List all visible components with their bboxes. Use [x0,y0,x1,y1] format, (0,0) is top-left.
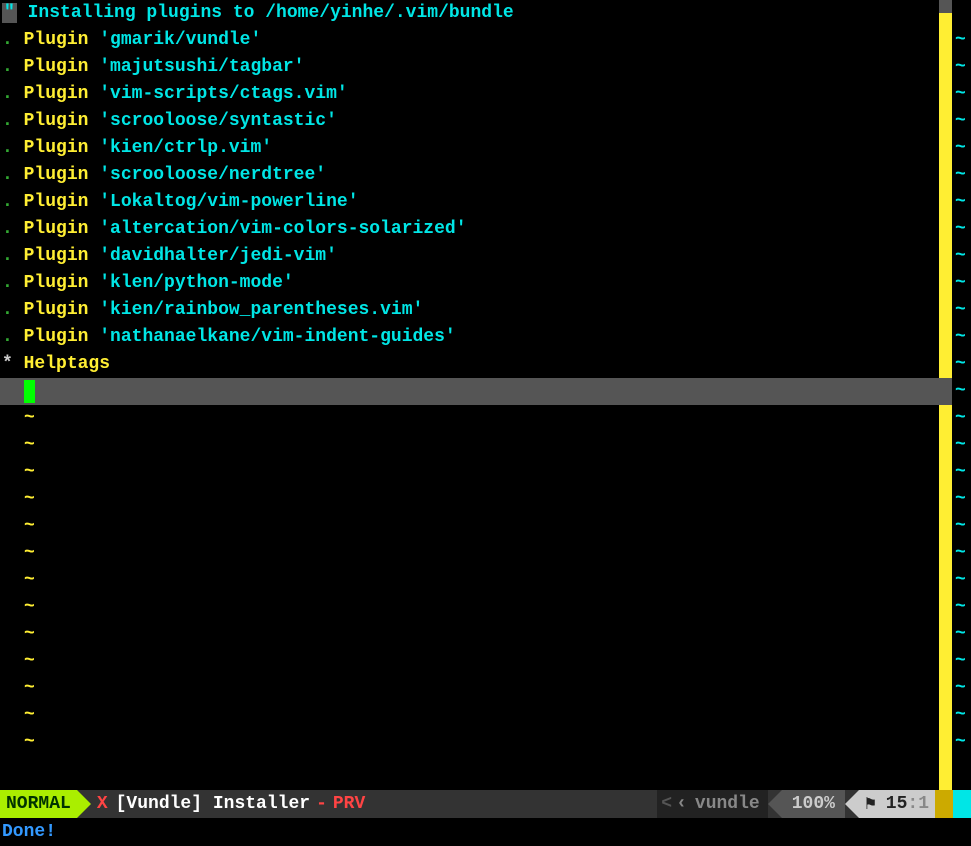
plugin-line: . Plugin 'Lokaltog/vim-powerline' [0,189,939,216]
right-empty-line: ~ [952,378,971,405]
right-empty-line [952,0,971,27]
scroll-percent: 100% [782,794,845,814]
plugin-line: . Plugin 'nathanaelkane/vim-indent-guide… [0,324,939,351]
header-line: " Installing plugins to /home/yinhe/.vim… [0,0,939,27]
split-top-marker [939,0,952,13]
separator-angle-icon: < [657,794,676,814]
mode-indicator: NORMAL [0,790,77,818]
right-empty-line: ~ [952,81,971,108]
right-empty-line: ~ [952,270,971,297]
plugin-line: . Plugin 'kien/ctrlp.vim' [0,135,939,162]
preview-flag: PRV [333,794,365,814]
separator-angle-icon: ‹ [676,794,687,814]
right-split-pane[interactable]: ~ ~ ~ ~ ~ ~ ~ ~ ~ ~ ~ ~ ~ ~ ~ ~ ~ ~ ~ ~ … [939,0,971,790]
empty-line: ~ [0,405,939,432]
right-empty-line: ~ [952,243,971,270]
helptags-line: * Helptags [0,351,939,378]
cursor-line [0,378,939,405]
right-empty-line: ~ [952,135,971,162]
statusline-position-section: ⚑ 15:1 [859,790,935,818]
right-empty-line: ~ [952,432,971,459]
empty-line: ~ [0,567,939,594]
right-empty-line: ~ [952,297,971,324]
main-pane[interactable]: " Installing plugins to /home/yinhe/.vim… [0,0,939,790]
statusline: NORMAL X [Vundle] Installer - PRV < ‹ vu… [0,790,971,818]
right-empty-line: ~ [952,621,971,648]
plugin-line: . Plugin 'kien/rainbow_parentheses.vim' [0,297,939,324]
right-empty-line: ~ [952,513,971,540]
empty-line: ~ [0,432,939,459]
plugin-line: . Plugin 'davidhalter/jedi-vim' [0,243,939,270]
syntastic-error-icon: X [91,794,108,814]
statusline-end-block [935,790,953,818]
separator-arrow-icon [77,790,91,818]
right-empty-line: ~ [952,54,971,81]
right-empty-line: ~ [952,324,971,351]
right-empty-line: ~ [952,567,971,594]
separator-arrow-icon [845,790,859,818]
right-empty-line: ~ [952,486,971,513]
right-empty-line: ~ [952,648,971,675]
buffer-name: [Vundle] Installer [108,794,310,814]
right-empty-line: ~ [952,351,971,378]
empty-line: ~ [0,621,939,648]
right-empty-line: ~ [952,459,971,486]
filetype-indicator: vundle [687,794,768,814]
editor-area[interactable]: " Installing plugins to /home/yinhe/.vim… [0,0,971,790]
command-line[interactable]: Done! [0,818,971,846]
right-empty-line: ~ [952,540,971,567]
plugin-line: . Plugin 'majutsushi/tagbar' [0,54,939,81]
empty-line: ~ [0,486,939,513]
line-number: 15 [886,794,908,814]
plugin-line: . Plugin 'gmarik/vundle' [0,27,939,54]
plugin-line: . Plugin 'scrooloose/syntastic' [0,108,939,135]
right-empty-line: ~ [952,675,971,702]
quote-mark: " [2,3,17,23]
empty-line: ~ [0,540,939,567]
cursor-block [24,380,35,403]
plugin-line: . Plugin 'klen/python-mode' [0,270,939,297]
empty-line: ~ [0,594,939,621]
plugin-line: . Plugin 'altercation/vim-colors-solariz… [0,216,939,243]
plugin-line: . Plugin 'vim-scripts/ctags.vim' [0,81,939,108]
flag-icon: ⚑ [865,793,886,815]
right-empty-line: ~ [952,594,971,621]
plugin-line: . Plugin 'scrooloose/nerdtree' [0,162,939,189]
empty-line: ~ [0,513,939,540]
right-empty-line: ~ [952,27,971,54]
empty-line: ~ [0,702,939,729]
empty-line: ~ [0,729,939,756]
empty-line: ~ [0,675,939,702]
statusline-percent-section: 100% [782,790,845,818]
right-empty-line: ~ [952,216,971,243]
right-empty-line: ~ [952,162,971,189]
right-empty-line: ~ [952,729,971,756]
right-empty-line: ~ [952,108,971,135]
separator-arrow-icon [768,790,782,818]
empty-line: ~ [0,459,939,486]
separator-dash: - [310,794,333,814]
statusline-inactive-block [953,790,971,818]
right-empty-line: ~ [952,405,971,432]
right-empty-line: ~ [952,189,971,216]
col-number: :1 [907,794,929,814]
statusline-right-dark: < ‹ vundle [657,790,767,818]
split-cursor-marker [939,378,952,405]
right-empty-line: ~ [952,702,971,729]
header-text: Installing plugins to /home/yinhe/.vim/b… [17,3,514,23]
empty-line: ~ [0,648,939,675]
